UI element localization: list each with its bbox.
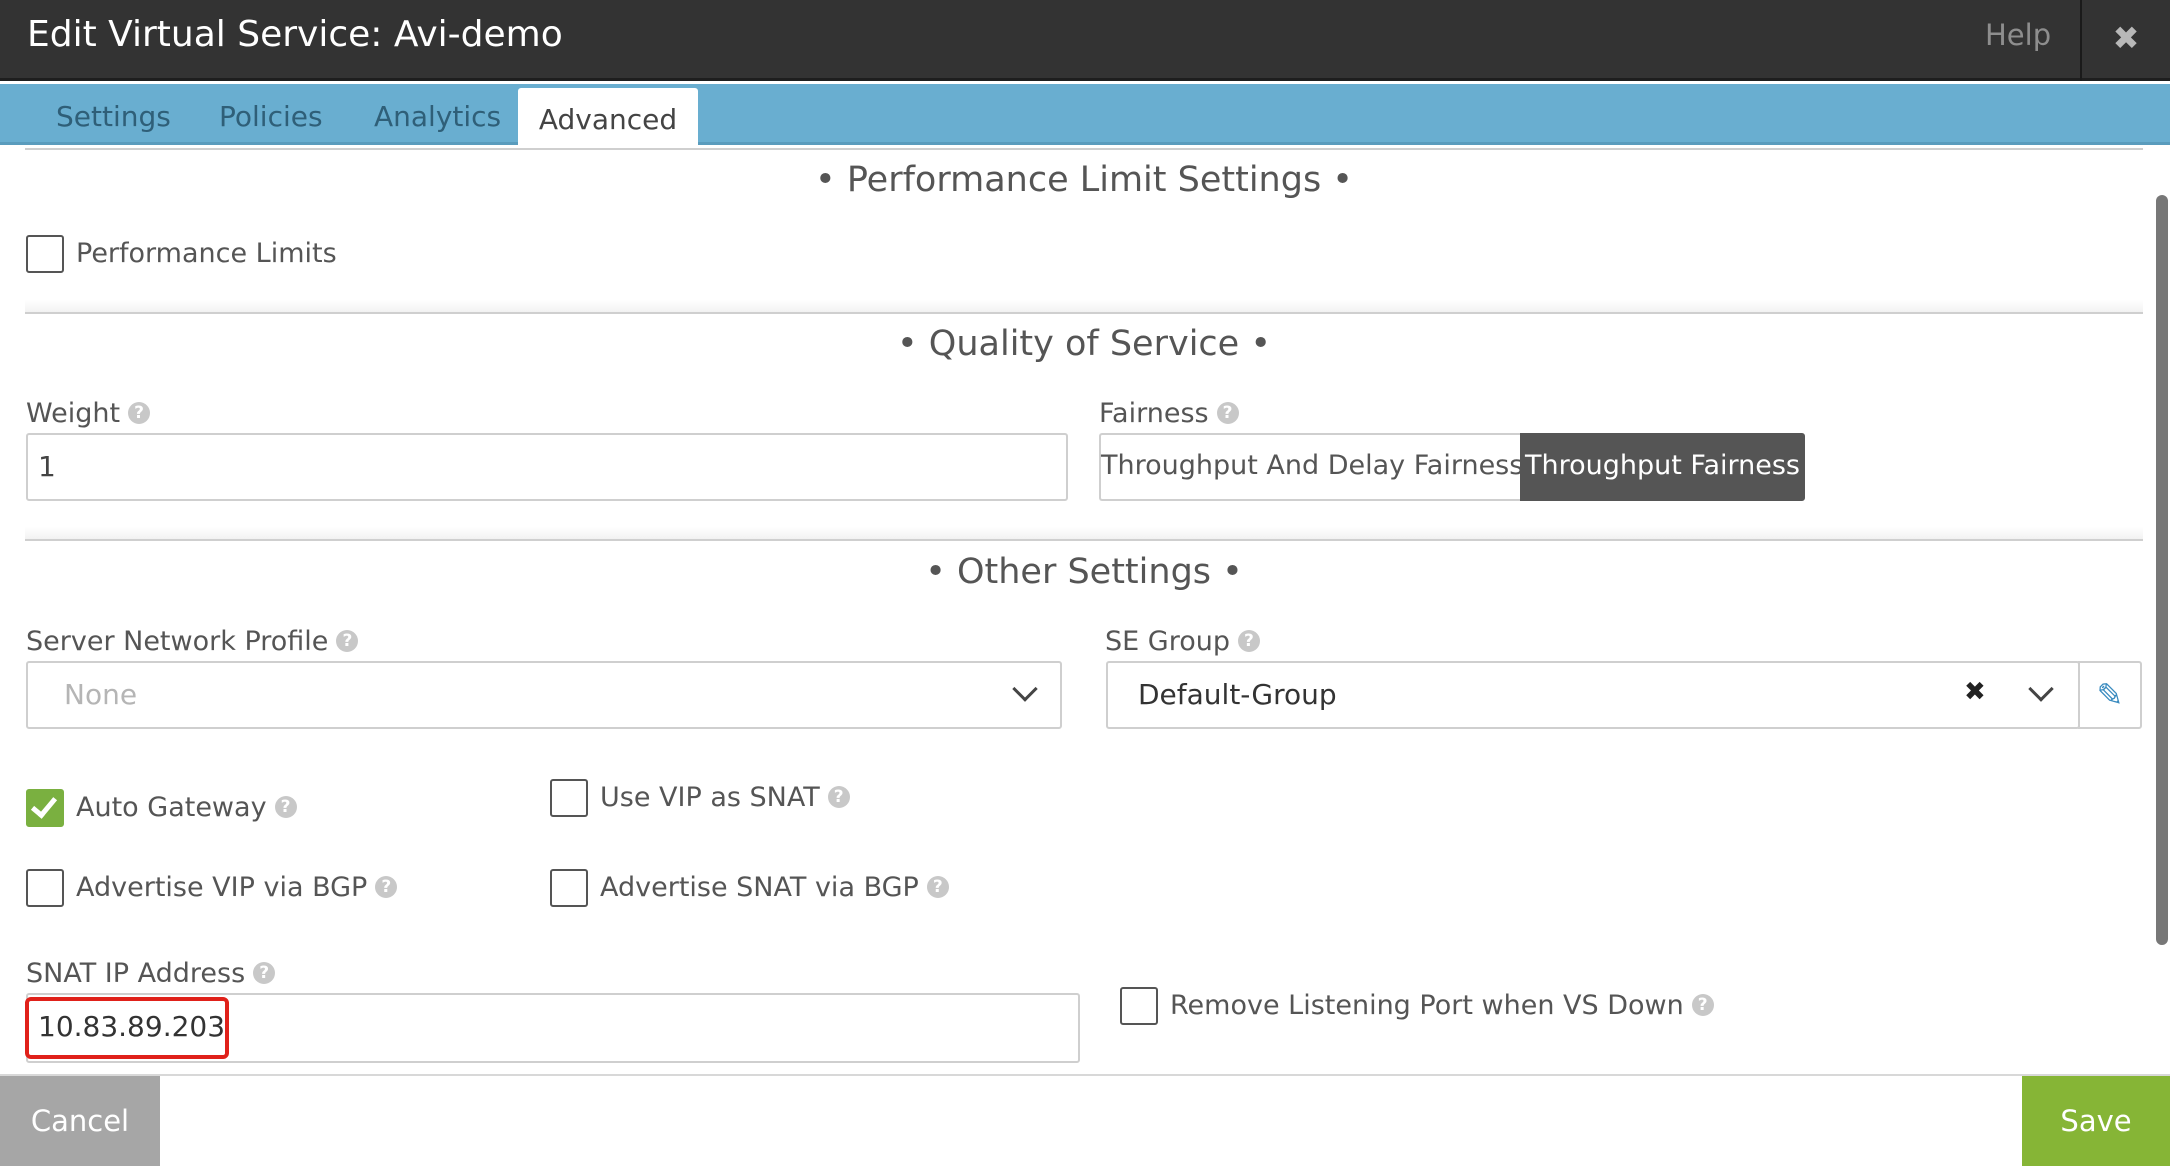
tab-analytics[interactable]: Analytics	[374, 100, 501, 133]
performance-limits-checkbox[interactable]	[26, 235, 64, 273]
advertise-snat-bgp-checkbox[interactable]	[550, 869, 588, 907]
se-group-select[interactable]: Default-Group	[1106, 661, 2080, 729]
section-divider	[25, 148, 2143, 150]
server-network-profile-label: Server Network Profile?	[26, 626, 359, 657]
weight-label: Weight?	[26, 398, 151, 429]
advertise-snat-bgp-label-text: Advertise SNAT via BGP	[600, 872, 919, 903]
server-network-profile-select[interactable]: None	[26, 661, 1062, 729]
help-icon[interactable]: ?	[253, 961, 276, 984]
remove-listening-port-checkbox[interactable]	[1120, 987, 1158, 1025]
highlight-annotation	[25, 997, 229, 1059]
snat-ip-label-text: SNAT IP Address	[26, 958, 246, 989]
fairness-label: Fairness?	[1099, 398, 1239, 429]
advertise-vip-bgp-label-text: Advertise VIP via BGP	[76, 872, 368, 903]
help-icon[interactable]: ?	[336, 629, 359, 652]
help-icon[interactable]: ?	[128, 401, 151, 424]
help-icon[interactable]: ?	[926, 875, 949, 898]
se-group-value: Default-Group	[1138, 678, 1337, 711]
cancel-button[interactable]: Cancel	[0, 1076, 160, 1166]
help-link[interactable]: Help	[1985, 18, 2051, 52]
auto-gateway-checkbox[interactable]	[26, 789, 64, 827]
help-icon[interactable]: ?	[375, 875, 398, 898]
save-button[interactable]: Save	[2022, 1076, 2170, 1166]
section-divider	[25, 312, 2143, 314]
weight-input[interactable]: 1	[26, 433, 1068, 501]
section-divider	[25, 539, 2143, 541]
close-icon[interactable]: ✖	[2082, 0, 2170, 81]
advertise-vip-bgp-label: Advertise VIP via BGP?	[76, 872, 398, 903]
performance-limits-label: Performance Limits	[76, 238, 337, 269]
fairness-label-text: Fairness	[1099, 398, 1209, 429]
tab-bar	[0, 84, 2170, 145]
section-title-performance: • Performance Limit Settings •	[815, 160, 1353, 200]
dialog-footer	[0, 1074, 2170, 1166]
server-network-profile-placeholder: None	[64, 678, 138, 711]
tab-advanced[interactable]: Advanced	[518, 103, 698, 136]
server-network-profile-label-text: Server Network Profile	[26, 626, 329, 657]
help-icon[interactable]: ?	[1237, 629, 1260, 652]
help-icon[interactable]: ?	[1216, 401, 1239, 424]
remove-listening-port-label-text: Remove Listening Port when VS Down	[1170, 990, 1684, 1021]
clear-icon[interactable]: ✖	[1964, 677, 1986, 707]
tab-policies[interactable]: Policies	[219, 100, 323, 133]
section-shadow	[25, 300, 2143, 312]
section-title-qos: • Quality of Service •	[897, 324, 1271, 364]
advertise-vip-bgp-checkbox[interactable]	[26, 869, 64, 907]
dialog-title: Edit Virtual Service: Avi-demo	[27, 14, 563, 55]
use-vip-as-snat-label: Use VIP as SNAT?	[600, 782, 850, 813]
fairness-option-throughput[interactable]: Throughput Fairness	[1520, 433, 1805, 501]
help-icon[interactable]: ?	[274, 795, 297, 818]
section-title-other: • Other Settings •	[925, 552, 1243, 592]
fairness-option-throughput-and-delay[interactable]: Throughput And Delay Fairness	[1099, 433, 1523, 501]
scrollbar-thumb[interactable]	[2156, 195, 2168, 945]
snat-ip-label: SNAT IP Address?	[26, 958, 276, 989]
checkmark-icon	[30, 791, 58, 819]
advertise-snat-bgp-label: Advertise SNAT via BGP?	[600, 872, 949, 903]
edit-pencil-icon[interactable]: ✎	[2078, 661, 2142, 729]
section-shadow	[25, 527, 2143, 539]
use-vip-as-snat-label-text: Use VIP as SNAT	[600, 782, 820, 813]
remove-listening-port-label: Remove Listening Port when VS Down?	[1170, 990, 1714, 1021]
auto-gateway-label: Auto Gateway?	[76, 792, 297, 823]
use-vip-as-snat-checkbox[interactable]	[550, 779, 588, 817]
content-area	[25, 148, 2143, 1074]
weight-label-text: Weight	[26, 398, 121, 429]
help-icon[interactable]: ?	[1691, 993, 1714, 1016]
help-icon[interactable]: ?	[827, 785, 850, 808]
se-group-label-text: SE Group	[1105, 626, 1230, 657]
se-group-label: SE Group?	[1105, 626, 1260, 657]
tab-settings[interactable]: Settings	[56, 100, 171, 133]
auto-gateway-label-text: Auto Gateway	[76, 792, 267, 823]
